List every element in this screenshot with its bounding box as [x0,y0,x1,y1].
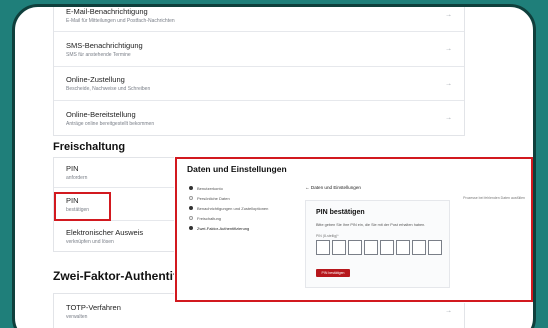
step-dot-icon [189,226,193,230]
arrow-right-icon: → [445,114,452,122]
row-title: Online-Bereitstellung [66,109,136,119]
pin-field-label: PIN (8-stellig)* [316,234,339,238]
pin-digit-input[interactable] [364,240,378,255]
step-dot-icon [189,186,193,190]
row-subtitle: Anträge online bereitgestellt bekommen [66,120,155,127]
step-dot-icon [189,216,193,220]
section-heading-zwei-faktor: Zwei-Faktor-Authentif [53,269,177,283]
pin-digit-input[interactable] [348,240,362,255]
list-item-online-bereitstellung[interactable]: Online-Bereitstellung Anträge online ber… [54,101,464,135]
list-item-email[interactable]: E-Mail-Benachrichtigung E-Mail für Mitte… [54,6,464,32]
step-label: Benachrichtigungen und Zustelloptionen [197,205,269,211]
arrow-right-icon: → [445,11,452,19]
modal-title: Daten und Einstellungen [187,164,287,174]
step-item[interactable]: Benutzerkonto [189,184,294,192]
pin-input-group [316,240,442,255]
row-subtitle: verwalten [66,313,88,320]
list-item-sms[interactable]: SMS-Benachrichtigung SMS für anstehende … [54,32,464,67]
helper-link[interactable]: Prozesse bei fehlenden Daten ausfüllen [463,196,525,200]
step-label: Persönliche Daten [197,195,230,201]
step-label: Zwei-Faktor-Authentifizierung [197,225,250,231]
arrow-right-icon: → [445,80,452,87]
row-subtitle: E-Mail für Mitteilungen und Postfach-Nac… [66,17,175,24]
step-label: Benutzerkonto [197,185,223,191]
step-dot-icon [189,196,193,200]
row-subtitle: SMS für anstehende Termine [66,51,131,58]
step-item[interactable]: Benachrichtigungen und Zustelloptionen [189,204,294,212]
settings-modal: Daten und Einstellungen Benutzerkonto Pe… [175,157,533,302]
pin-digit-input[interactable] [332,240,346,255]
step-item[interactable]: Zwei-Faktor-Authentifizierung [189,224,294,232]
back-link[interactable]: ← Daten und Einstellungen [305,185,361,190]
arrow-right-icon: → [445,45,452,53]
row-title: Online-Zustellung [66,75,125,84]
step-label: Freischaltung [197,215,222,221]
pin-digit-input[interactable] [412,240,426,255]
pin-digit-input[interactable] [396,240,410,255]
pin-confirm-card: PIN bestätigen Bitte geben Sie Ihre PIN … [305,200,450,288]
list-item-online-zustellung[interactable]: Online-Zustellung Bescheide, Nachweise u… [54,67,464,101]
step-item[interactable]: Freischaltung [189,214,294,222]
pin-digit-input[interactable] [316,240,330,255]
step-dot-icon [189,206,193,210]
arrow-right-icon: → [445,307,452,315]
row-title: SMS-Benachrichtigung [66,40,143,50]
pin-digit-input[interactable] [380,240,394,255]
pin-card-text: Bitte geben Sie Ihre PIN ein, die Sie mi… [316,223,426,227]
pin-card-title: PIN bestätigen [316,209,365,216]
row-title: TOTP-Verfahren [66,302,121,312]
row-subtitle: Bescheide, Nachweise und Schreiben [66,86,151,92]
device-frame: E-Mail-Benachrichtigung E-Mail für Mitte… [12,4,536,328]
notifications-card: E-Mail-Benachrichtigung E-Mail für Mitte… [53,6,465,136]
row-title: E-Mail-Benachrichtigung [66,6,148,16]
step-list: Benutzerkonto Persönliche Daten Benachri… [189,184,294,234]
step-item[interactable]: Persönliche Daten [189,194,294,202]
section-heading-freischaltung: Freischaltung [53,141,126,153]
pin-digit-input[interactable] [428,240,442,255]
pin-submit-button[interactable]: PIN bestätigen [316,269,350,277]
